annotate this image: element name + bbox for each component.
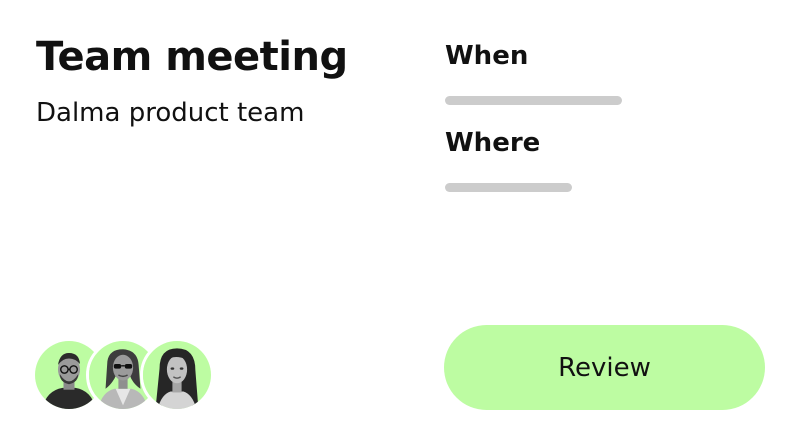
meeting-subtitle: Dalma product team [36, 98, 305, 128]
where-value-placeholder [445, 183, 572, 192]
review-button[interactable]: Review [444, 325, 765, 410]
when-value-placeholder [445, 96, 622, 105]
woman-long-hair-icon [143, 341, 211, 409]
attendee-avatar-3 [140, 338, 214, 412]
where-label: Where [445, 128, 541, 158]
when-label: When [445, 41, 529, 71]
meeting-title: Team meeting [36, 34, 348, 80]
